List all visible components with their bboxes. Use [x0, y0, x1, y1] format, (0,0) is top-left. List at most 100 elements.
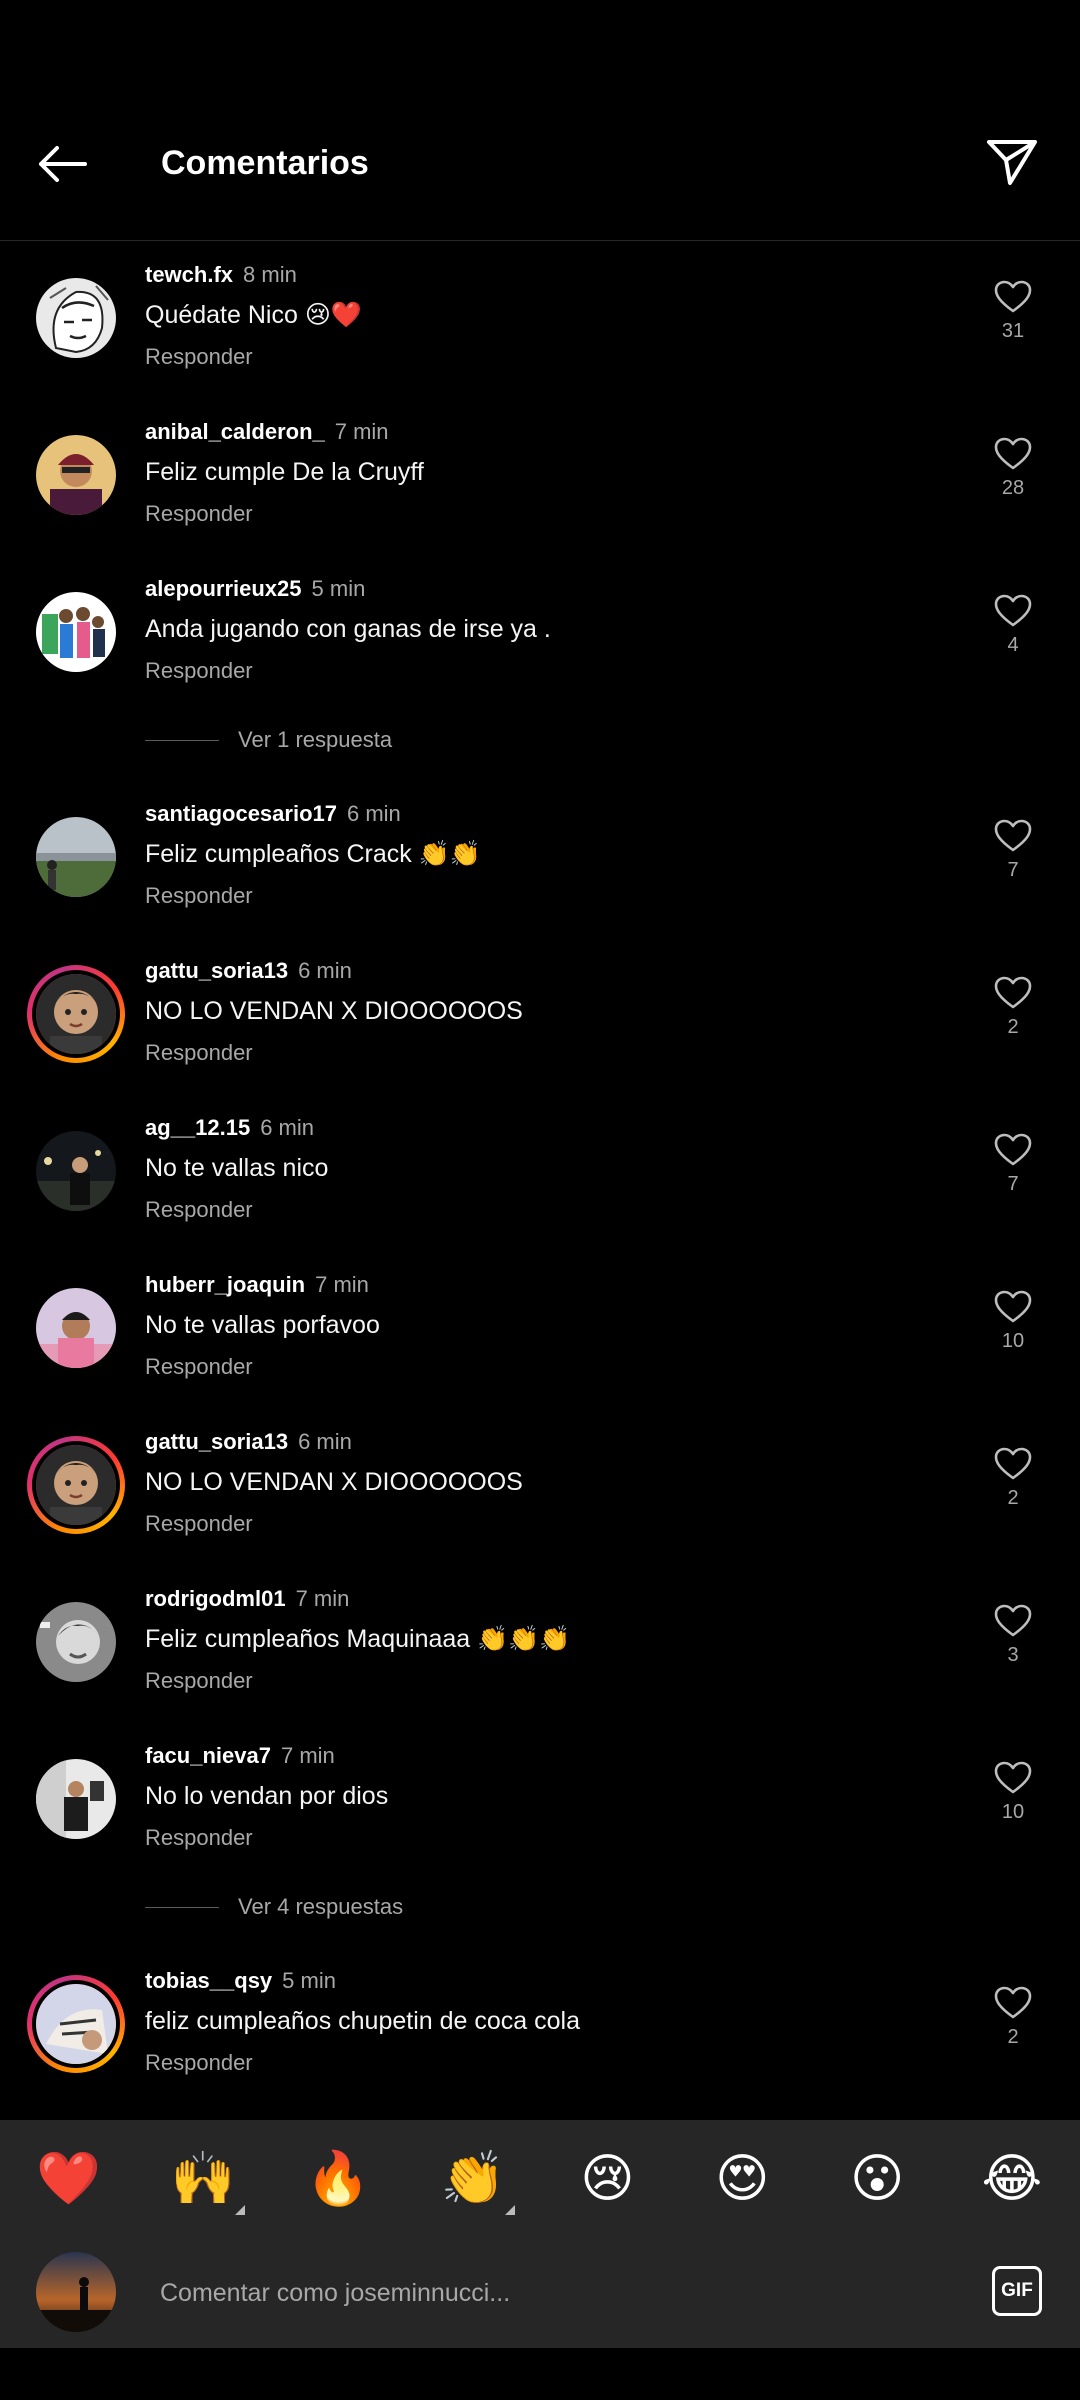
- reply-button[interactable]: Responder: [145, 656, 253, 686]
- comment-input[interactable]: Comentar como joseminnucci...: [160, 2276, 510, 2310]
- like-button[interactable]: 2: [980, 976, 1046, 1040]
- comment-username[interactable]: tewch.fx: [145, 262, 233, 287]
- view-replies-button[interactable]: Ver 4 respuestas: [0, 1880, 1080, 1936]
- like-button[interactable]: 10: [980, 1290, 1046, 1354]
- comments-list[interactable]: tewch.fx 8 min Quédate Nico 😢❤️ Responder 31…: [0, 242, 1080, 2120]
- like-count: 31: [1001, 320, 1025, 342]
- avatar[interactable]: [27, 1975, 125, 2073]
- reply-button[interactable]: Responder: [145, 1352, 253, 1382]
- comment-username[interactable]: rodrigodml01: [145, 1586, 286, 1611]
- like-count: 28: [1001, 477, 1025, 499]
- like-button[interactable]: 28: [980, 437, 1046, 501]
- comment-username[interactable]: santiagocesario17: [145, 801, 337, 826]
- avatar[interactable]: [27, 965, 125, 1063]
- comment-text: Anda jugando con ganas de irse ya .: [145, 615, 551, 643]
- comment-username[interactable]: alepourrieux25: [145, 576, 302, 601]
- reply-button[interactable]: Responder: [145, 499, 253, 529]
- reply-button[interactable]: Responder: [145, 2048, 253, 2078]
- reply-button[interactable]: Responder: [145, 342, 253, 372]
- reaction-fire-emoji[interactable]: 🔥: [306, 2147, 371, 2211]
- heart-outline-icon: [994, 819, 1032, 852]
- comment-username[interactable]: gattu_soria13: [145, 1429, 288, 1454]
- comment-row[interactable]: ag__12.15 6 min No te vallas nico Responder…: [0, 1095, 1080, 1252]
- like-button[interactable]: 7: [980, 1133, 1046, 1197]
- comment-row[interactable]: santiagocesario17 6 min Feliz cumpleaños C…: [0, 781, 1080, 938]
- like-button[interactable]: 2: [980, 1986, 1046, 2050]
- like-button[interactable]: 31: [980, 280, 1046, 344]
- comment-username[interactable]: huberr_joaquin: [145, 1272, 305, 1297]
- reaction-heart-emoji[interactable]: ❤️: [36, 2147, 101, 2211]
- avatar[interactable]: [36, 1288, 116, 1368]
- comment-time: 6 min: [298, 958, 352, 983]
- comment-row[interactable]: gattu_soria13 6 min NO LO VENDAN X DIOOOOO…: [0, 938, 1080, 1095]
- comment-time: 7 min: [334, 419, 389, 444]
- page-title: Comentarios: [161, 144, 369, 182]
- reaction-heart-eyes-emoji[interactable]: 😍: [710, 2147, 774, 2211]
- comment-username[interactable]: ag__12.15: [145, 1115, 250, 1140]
- heart-outline-icon: [994, 976, 1032, 1009]
- back-button[interactable]: [30, 136, 94, 192]
- comment-row[interactable]: tewch.fx 8 min Quédate Nico 😢❤️ Responder 31: [0, 242, 1080, 399]
- heart-outline-icon: [994, 594, 1032, 627]
- top-bar: Comentarios: [0, 0, 1080, 241]
- comment-username[interactable]: tobias__qsy: [145, 1968, 272, 1993]
- reply-button[interactable]: Responder: [145, 1666, 253, 1696]
- avatar[interactable]: [36, 278, 116, 358]
- comment-username[interactable]: gattu_soria13: [145, 958, 288, 983]
- reaction-clap-emoji[interactable]: 👏: [441, 2147, 515, 2215]
- gif-button[interactable]: GIF: [992, 2266, 1042, 2316]
- comment-username[interactable]: facu_nieva7: [145, 1743, 271, 1768]
- comment-row[interactable]: facu_nieva7 7 min No lo vendan por dios Res…: [0, 1723, 1080, 1880]
- skin-tone-indicator: [234, 2205, 245, 2215]
- avatar[interactable]: [36, 1131, 116, 1211]
- comment-time: 6 min: [298, 1429, 352, 1454]
- share-button[interactable]: [982, 132, 1042, 192]
- comment-row[interactable]: rodrigodml01 7 min Feliz cumpleaños Maquin…: [0, 1566, 1080, 1723]
- comment-row[interactable]: gattu_soria13 6 min NO LO VENDAN X DIOOOOO…: [0, 1409, 1080, 1566]
- comment-row[interactable]: anibal_calderon_ 7 min Feliz cumple De la …: [0, 399, 1080, 556]
- reaction-surprised-emoji[interactable]: 😮: [845, 2147, 909, 2211]
- send-icon: [987, 140, 1037, 185]
- comment-row[interactable]: tobias__qsy 5 min feliz cumpleaños chupeti…: [0, 1948, 1080, 2105]
- comment-row[interactable]: ezequiel_bravo17 min: [0, 2105, 1080, 2120]
- avatar[interactable]: [27, 1436, 125, 1534]
- like-count: 2: [1007, 1487, 1019, 1509]
- comment-text: NO LO VENDAN X DIOOOOOOS: [145, 1468, 523, 1496]
- comment-composer: Comentar como joseminnucci... GIF: [0, 2238, 1080, 2348]
- comment-time: 8 min: [243, 262, 297, 287]
- reply-button[interactable]: Responder: [145, 881, 253, 911]
- reply-button[interactable]: Responder: [145, 1823, 253, 1853]
- comment-text: NO LO VENDAN X DIOOOOOOS: [145, 997, 523, 1025]
- reply-button[interactable]: Responder: [145, 1038, 253, 1068]
- avatar[interactable]: [36, 817, 116, 897]
- reaction-bar: ❤️ 🙌 🔥 👏 😢 😍 😮 😂: [0, 2120, 1080, 2238]
- like-button[interactable]: 7: [980, 819, 1046, 883]
- reaction-laughing-emoji[interactable]: 😂: [980, 2147, 1044, 2211]
- comment-text: No te vallas porfavoo: [145, 1311, 380, 1339]
- reply-button[interactable]: Responder: [145, 1195, 253, 1225]
- comment-row[interactable]: huberr_joaquin 7 min No te vallas porfavoo…: [0, 1252, 1080, 1409]
- system-nav-area: [0, 2348, 1080, 2400]
- like-button[interactable]: 4: [980, 594, 1046, 658]
- comment-text: No lo vendan por dios: [145, 1782, 389, 1810]
- comment-text: Feliz cumpleaños Maquinaaa 👏👏👏: [145, 1625, 571, 1653]
- reaction-crying-emoji[interactable]: 😢: [575, 2147, 639, 2211]
- like-count: 7: [1007, 1173, 1019, 1195]
- view-replies-button[interactable]: Ver 1 respuesta: [0, 713, 1080, 769]
- comment-username[interactable]: anibal_calderon_: [145, 419, 325, 444]
- like-count: 4: [1007, 634, 1019, 656]
- heart-outline-icon: [994, 1447, 1032, 1480]
- avatar[interactable]: [36, 1602, 116, 1682]
- like-count: 7: [1007, 859, 1019, 881]
- avatar[interactable]: [36, 1759, 116, 1839]
- reaction-raised-hands-emoji[interactable]: 🙌: [171, 2147, 245, 2215]
- comment-row[interactable]: alepourrieux25 5 min Anda jugando con gana…: [0, 556, 1080, 713]
- like-button[interactable]: 3: [980, 1604, 1046, 1668]
- divider: [145, 1907, 219, 1908]
- avatar[interactable]: [36, 592, 116, 672]
- like-button[interactable]: 2: [980, 1447, 1046, 1511]
- avatar[interactable]: [36, 435, 116, 515]
- reply-button[interactable]: Responder: [145, 1509, 253, 1539]
- like-button[interactable]: 10: [980, 1761, 1046, 1825]
- heart-outline-icon: [994, 1986, 1032, 2019]
